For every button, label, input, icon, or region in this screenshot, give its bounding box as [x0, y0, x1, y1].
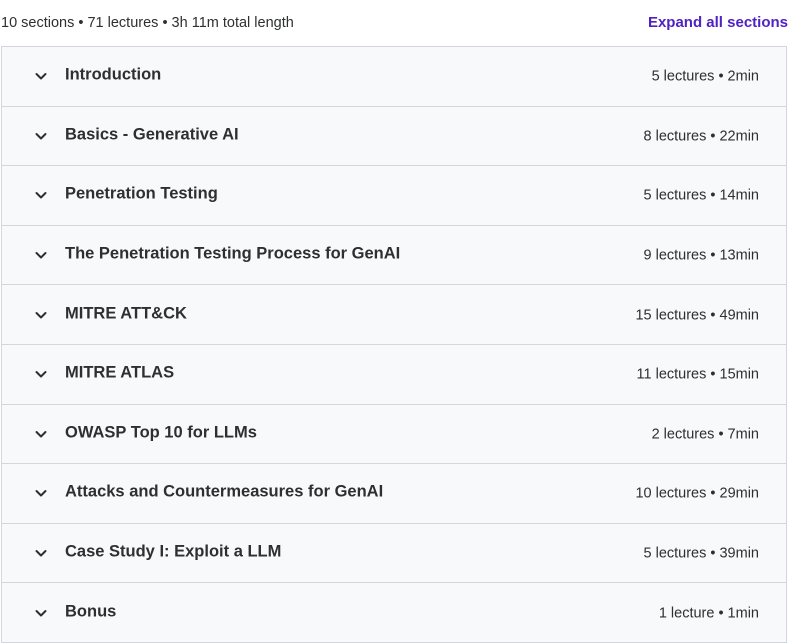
section-item-mitre-atlas[interactable]: MITRE ATLAS 11 lectures • 15min: [2, 344, 786, 405]
curriculum-section-list: Introduction 5 lectures • 2min Basics - …: [1, 46, 787, 643]
section-meta: 10 lectures • 29min: [635, 485, 759, 502]
section-meta: 5 lectures • 39min: [643, 545, 760, 562]
section-title: Introduction: [65, 65, 162, 84]
section-meta: 15 lectures • 49min: [635, 306, 759, 323]
section-title: Bonus: [65, 602, 117, 621]
section-title: MITRE ATT&CK: [65, 304, 187, 323]
section-meta: 5 lectures • 14min: [643, 187, 760, 204]
section-title: Basics - Generative AI: [65, 125, 239, 144]
section-title: OWASP Top 10 for LLMs: [65, 423, 257, 442]
section-item-basics-generative-ai[interactable]: Basics - Generative AI 8 lectures • 22mi…: [2, 106, 786, 167]
chevron-down-icon: [34, 129, 48, 143]
section-title: Attacks and Countermeasures for GenAI: [65, 483, 384, 502]
section-title: Penetration Testing: [65, 185, 218, 204]
section-meta: 5 lectures • 2min: [651, 68, 759, 85]
section-meta: 9 lectures • 13min: [643, 247, 760, 264]
section-item-case-study-1[interactable]: Case Study I: Exploit a LLM 5 lectures •…: [2, 523, 786, 584]
section-title: Case Study I: Exploit a LLM: [65, 542, 282, 561]
section-item-bonus[interactable]: Bonus 1 lecture • 1min: [2, 583, 786, 643]
section-meta: 8 lectures • 22min: [643, 128, 760, 145]
section-title: MITRE ATLAS: [65, 363, 175, 382]
section-item-mitre-attack[interactable]: MITRE ATT&CK 15 lectures • 49min: [2, 285, 786, 345]
expand-all-sections-button[interactable]: Expand all sections: [648, 14, 788, 31]
section-meta: 11 lectures • 15min: [636, 366, 759, 383]
curriculum-summary: 10 sections • 71 lectures • 3h 11m total…: [1, 15, 294, 31]
curriculum-header: 10 sections • 71 lectures • 3h 11m total…: [0, 0, 792, 46]
section-meta: 1 lecture • 1min: [658, 604, 759, 621]
section-title: The Penetration Testing Process for GenA…: [65, 244, 401, 263]
chevron-down-icon: [34, 308, 48, 322]
chevron-down-icon: [34, 546, 48, 560]
section-item-owasp-top-10[interactable]: OWASP Top 10 for LLMs 2 lectures • 7min: [2, 404, 786, 465]
section-item-attacks-countermeasures[interactable]: Attacks and Countermeasures for GenAI 10…: [2, 464, 786, 524]
chevron-down-icon: [34, 69, 48, 83]
section-item-pentest-process-genai[interactable]: The Penetration Testing Process for GenA…: [2, 225, 786, 286]
section-item-penetration-testing[interactable]: Penetration Testing 5 lectures • 14min: [2, 166, 786, 226]
chevron-down-icon: [34, 606, 48, 620]
chevron-down-icon: [34, 427, 48, 441]
section-meta: 2 lectures • 7min: [651, 426, 759, 443]
chevron-down-icon: [34, 486, 48, 500]
section-item-introduction[interactable]: Introduction 5 lectures • 2min: [2, 47, 786, 107]
chevron-down-icon: [34, 248, 48, 262]
chevron-down-icon: [34, 188, 48, 202]
chevron-down-icon: [34, 367, 48, 381]
